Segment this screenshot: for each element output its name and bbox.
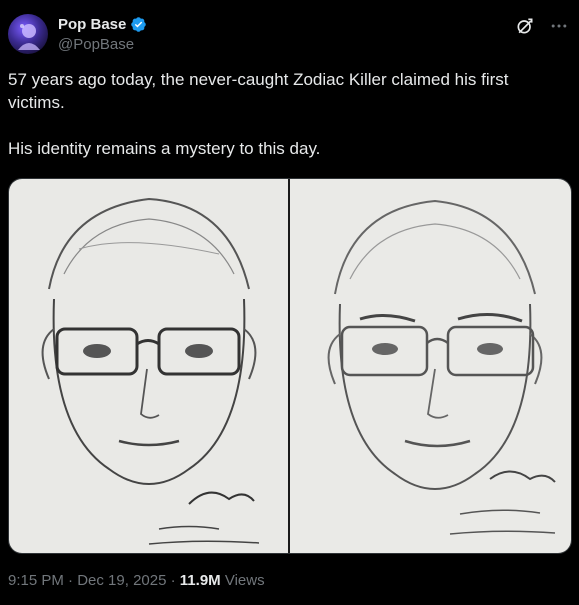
tweet-time[interactable]: 9:15 PM — [8, 572, 64, 589]
views-count: 11.9M — [179, 572, 221, 589]
verified-badge-icon — [130, 16, 147, 33]
tweet-date[interactable]: Dec 19, 2025 — [77, 572, 166, 589]
tweet-text: 57 years ago today, the never-caught Zod… — [8, 70, 509, 158]
avatar[interactable] — [8, 14, 48, 54]
sketch-image-right[interactable] — [290, 179, 571, 553]
sketch-drawing-right — [327, 199, 556, 535]
tweet-media[interactable] — [8, 178, 572, 554]
avatar-icon — [18, 24, 40, 50]
meta-separator: · — [68, 572, 74, 589]
tweet-meta: 9:15 PM · Dec 19, 2025 · 11.9M Views — [8, 572, 265, 589]
sketch-image-left[interactable] — [9, 179, 288, 553]
tweet-header: Pop Base @PopBase — [8, 10, 569, 60]
top-actions — [515, 16, 569, 36]
sketch-drawing-left — [41, 197, 260, 545]
more-icon[interactable] — [549, 16, 569, 36]
views-label: Views — [224, 572, 265, 589]
display-name[interactable]: Pop Base — [58, 16, 126, 33]
grok-icon[interactable] — [515, 16, 535, 36]
handle[interactable]: @PopBase — [58, 36, 147, 53]
meta-separator: · — [170, 572, 176, 589]
author-block: Pop Base @PopBase — [58, 16, 147, 53]
